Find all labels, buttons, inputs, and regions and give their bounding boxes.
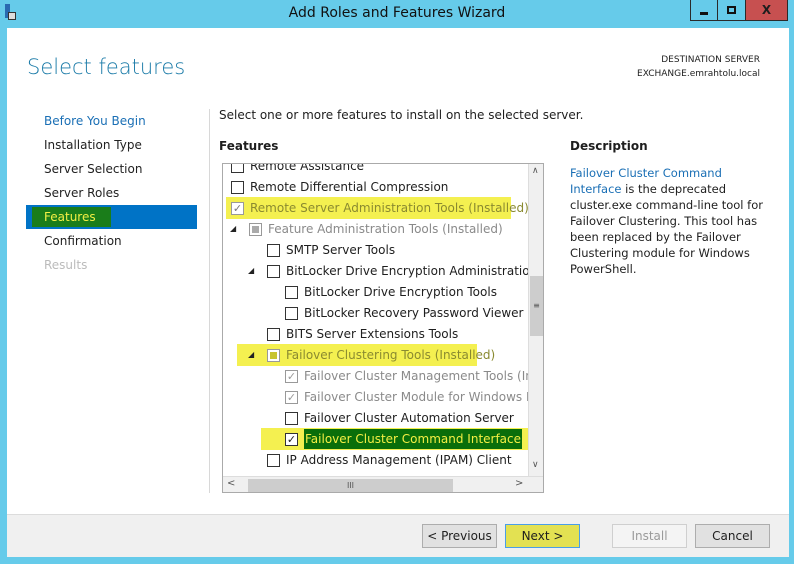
feature-item[interactable]: SMTP Server Tools (223, 240, 528, 260)
install-button: Install (612, 524, 687, 548)
feature-label: BitLocker Drive Encryption Tools (304, 285, 497, 299)
expand-icon[interactable]: ◢ (248, 261, 254, 281)
feature-label: Failover Clustering Tools (Installed) (286, 348, 496, 362)
feature-checkbox[interactable] (285, 307, 298, 320)
title-bar: Add Roles and Features Wizard X (0, 0, 794, 28)
destination-label: DESTINATION SERVER (661, 55, 760, 65)
scroll-thumb[interactable]: ≡ (530, 276, 543, 336)
feature-checkbox[interactable] (267, 349, 280, 362)
feature-checkbox[interactable] (267, 454, 280, 467)
feature-label: Failover Cluster Automation Server (304, 411, 514, 425)
feature-checkbox[interactable]: ✓ (285, 370, 298, 383)
description-body: Failover Cluster Command Interface is th… (570, 165, 765, 277)
features-tree[interactable]: Remote Assistance Remote Differential Com… (222, 163, 544, 493)
feature-item[interactable]: Remote Assistance (223, 163, 528, 176)
feature-label: Remote Differential Compression (250, 180, 449, 194)
nav-server-selection[interactable]: Server Selection (44, 159, 142, 179)
feature-item[interactable]: ✓ Remote Server Administration Tools (Ins… (223, 198, 529, 218)
feature-item[interactable]: IP Address Management (IPAM) Client (223, 450, 528, 470)
feature-label: BitLocker Recovery Password Viewer (304, 306, 524, 320)
nav-before-you-begin[interactable]: Before You Begin (44, 111, 146, 131)
feature-item[interactable]: BitLocker Recovery Password Viewer (223, 303, 528, 323)
expand-icon[interactable]: ◢ (248, 345, 254, 365)
minimize-icon (700, 11, 708, 15)
feature-label: Failover Cluster Module for Windows Powe… (304, 390, 543, 404)
feature-item[interactable]: BITS Server Extensions Tools (223, 324, 528, 344)
feature-label: Remote Server Administration Tools (Inst… (250, 201, 529, 215)
nav-features[interactable]: Features (32, 207, 111, 227)
maximize-icon (727, 6, 736, 14)
feature-item[interactable]: ◢ BitLocker Drive Encryption Administrati… (223, 261, 543, 281)
scroll-down-icon[interactable]: ∨ (532, 460, 539, 470)
feature-label: IP Address Management (IPAM) Client (286, 453, 512, 467)
feature-checkbox[interactable] (267, 328, 280, 341)
feature-checkbox[interactable] (249, 223, 262, 236)
feature-label: BitLocker Drive Encryption Administratio… (286, 264, 543, 278)
divider (209, 109, 210, 493)
window-title: Add Roles and Features Wizard (288, 5, 506, 21)
feature-checkbox[interactable]: ✓ (231, 202, 244, 215)
feature-item[interactable]: BitLocker Drive Encryption Tools (223, 282, 528, 302)
vertical-scrollbar[interactable]: ∧ ≡ ∨ (528, 164, 543, 476)
instruction-text: Select one or more features to install o… (219, 108, 584, 122)
feature-label: Failover Cluster Management Tools (Insta… (304, 369, 543, 383)
feature-checkbox[interactable] (267, 244, 280, 257)
feature-label: Remote Assistance (250, 163, 365, 173)
feature-label: SMTP Server Tools (286, 243, 396, 257)
nav-server-roles[interactable]: Server Roles (44, 183, 119, 203)
scroll-left-icon[interactable]: < (227, 478, 235, 489)
scroll-right-icon[interactable]: > (515, 478, 523, 489)
minimize-button[interactable] (690, 0, 718, 21)
cancel-button[interactable]: Cancel (695, 524, 770, 548)
feature-item[interactable]: ◢ Feature Administration Tools (Installed… (223, 219, 528, 239)
feature-item[interactable]: ✓ Failover Cluster Management Tools (Inst… (223, 366, 543, 386)
feature-item[interactable]: ◢ Failover Clustering Tools (Installed) (223, 345, 528, 365)
next-button[interactable]: Next > (505, 524, 580, 548)
previous-button[interactable]: < Previous (422, 524, 497, 548)
feature-label: BITS Server Extensions Tools (286, 327, 459, 341)
feature-item[interactable]: Failover Cluster Automation Server (223, 408, 528, 428)
destination-server: EXCHANGE.emrahtolu.local (637, 69, 760, 79)
nav-results: Results (44, 258, 88, 272)
description-text: is the deprecated cluster.exe command-li… (570, 182, 763, 276)
nav-installation-type[interactable]: Installation Type (44, 135, 142, 155)
horizontal-scrollbar[interactable]: < III > (223, 476, 543, 492)
feature-checkbox[interactable] (231, 164, 244, 173)
maximize-button[interactable] (718, 0, 746, 21)
description-label: Description (570, 139, 648, 153)
feature-label: Feature Administration Tools (Installed) (268, 222, 503, 236)
page-title: Select features (27, 55, 186, 79)
feature-item[interactable]: ✓ Failover Cluster Module for Windows Pow… (223, 387, 543, 407)
feature-checkbox[interactable] (231, 181, 244, 194)
feature-checkbox[interactable] (285, 286, 298, 299)
scroll-up-icon[interactable]: ∧ (532, 166, 539, 176)
expand-icon[interactable]: ◢ (230, 219, 236, 239)
nav-confirmation[interactable]: Confirmation (44, 231, 122, 251)
feature-item[interactable]: Remote Differential Compression (223, 177, 528, 197)
features-label: Features (219, 139, 279, 153)
close-icon: X (761, 3, 772, 17)
feature-item[interactable]: ✓ Failover Cluster Command Interface (223, 429, 528, 449)
feature-checkbox[interactable]: ✓ (285, 391, 298, 404)
close-button[interactable]: X (746, 0, 788, 21)
feature-checkbox[interactable] (285, 412, 298, 425)
feature-checkbox[interactable] (267, 265, 280, 278)
hscroll-thumb[interactable]: III (248, 479, 453, 492)
feature-checkbox[interactable]: ✓ (285, 433, 298, 446)
feature-label: Failover Cluster Command Interface (304, 429, 523, 449)
